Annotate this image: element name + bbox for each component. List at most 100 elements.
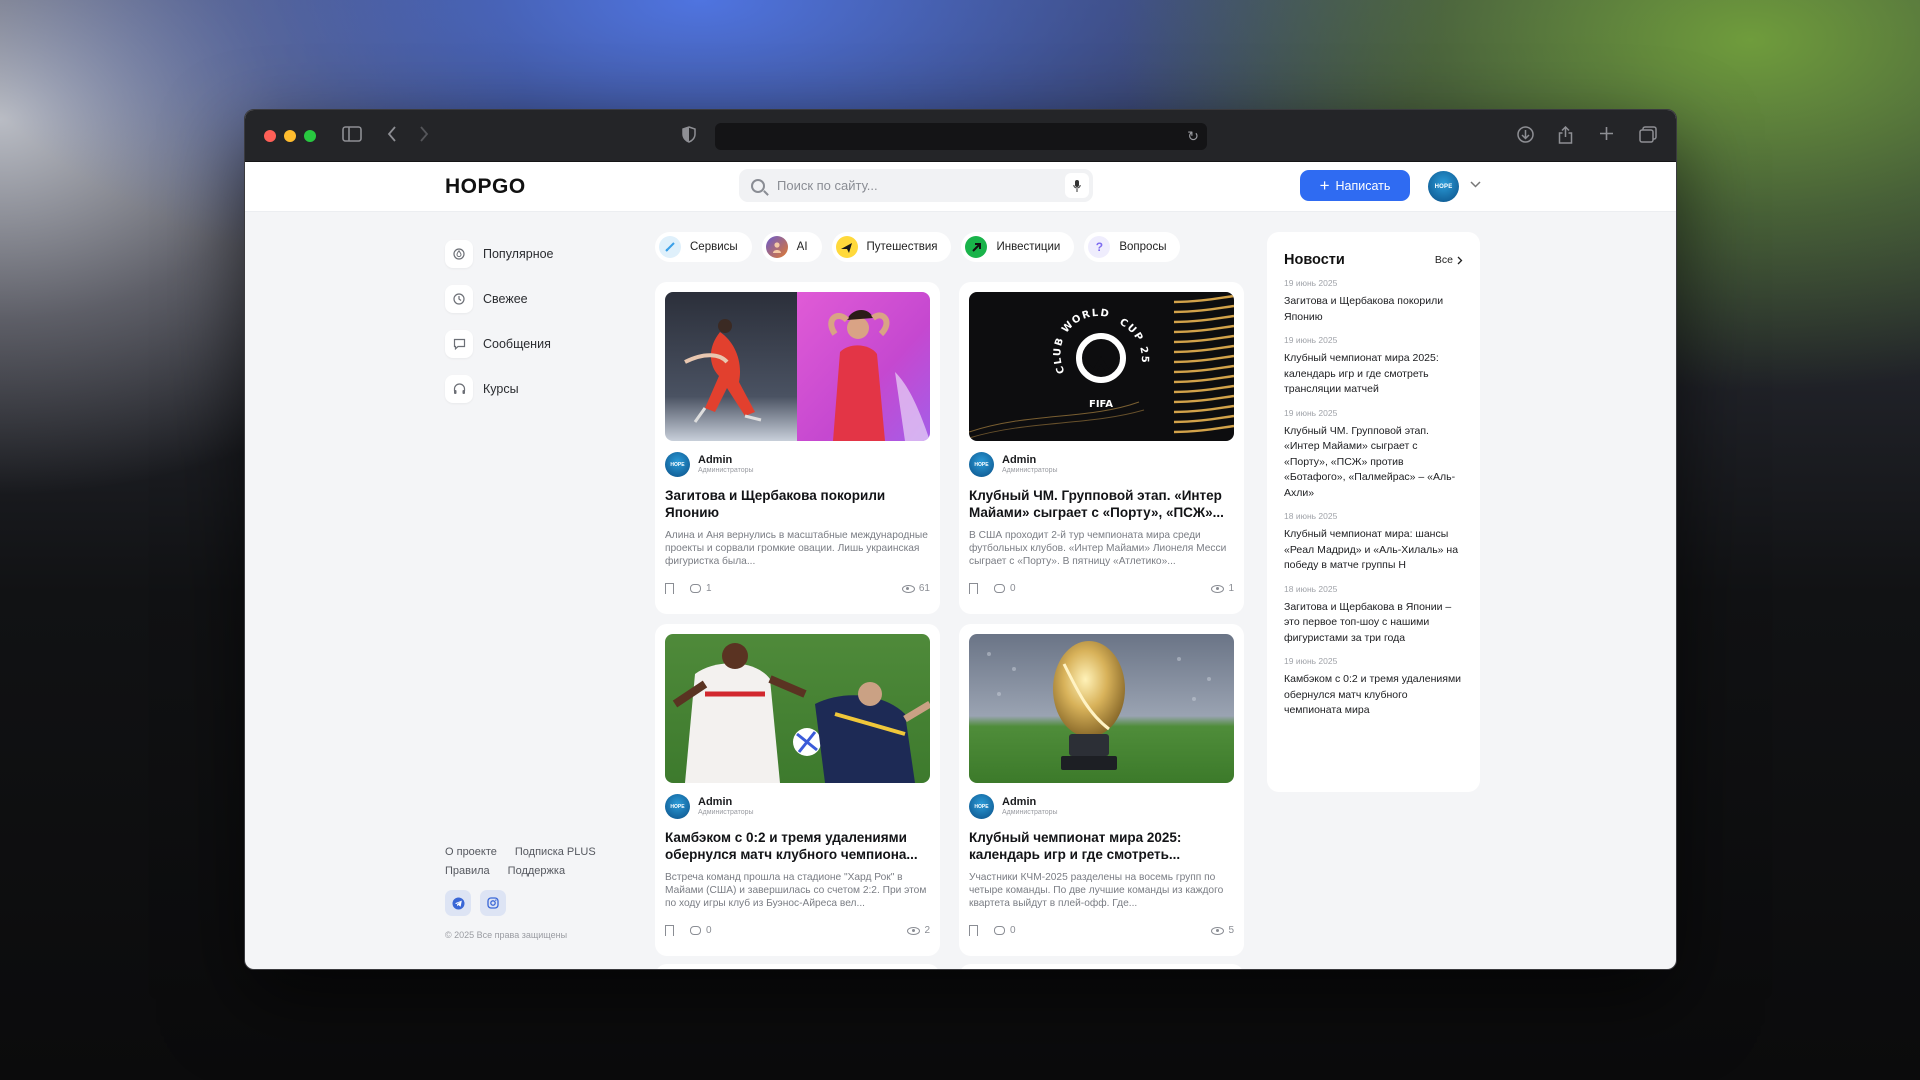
comment-icon: [994, 926, 1005, 935]
comments-count[interactable]: 0: [690, 925, 712, 936]
chip-label: Инвестиции: [996, 241, 1061, 253]
post-card[interactable]: CLUB WORLD CUP 25 FIFA HOPE Admin Админи…: [959, 282, 1244, 614]
bookmark-icon[interactable]: [969, 925, 978, 936]
news-item[interactable]: 19 июнь 2025 Клубный чемпионат мира 2025…: [1284, 335, 1463, 398]
post-author[interactable]: HOPE Admin Администраторы: [665, 452, 930, 477]
chip-ai[interactable]: AI: [761, 232, 822, 262]
telegram-icon[interactable]: [445, 890, 471, 916]
back-icon[interactable]: [387, 126, 397, 147]
search-input[interactable]: [777, 178, 1047, 193]
post-image-skating[interactable]: [665, 292, 930, 441]
fifa-logo-text: FIFA: [1089, 399, 1113, 410]
avatar-text: HOPE: [974, 461, 989, 468]
sidebar-item-courses[interactable]: Курсы: [445, 375, 554, 403]
post-title[interactable]: Клубный ЧМ. Групповой этап. «Интер Майам…: [969, 487, 1234, 521]
traffic-lights: [264, 129, 316, 142]
close-window-button[interactable]: [264, 129, 276, 142]
sidebar-item-fresh[interactable]: Свежее: [445, 285, 554, 313]
post-image-club-world-cup[interactable]: CLUB WORLD CUP 25 FIFA: [969, 292, 1234, 441]
news-date: 19 июнь 2025: [1284, 335, 1338, 345]
post-author[interactable]: HOPE Admin Администраторы: [665, 794, 930, 819]
write-post-button[interactable]: + Написать: [1300, 170, 1410, 201]
services-icon: [659, 236, 681, 258]
post-title[interactable]: Загитова и Щербакова покорили Японию: [665, 487, 930, 521]
bookmark-icon[interactable]: [969, 583, 978, 594]
news-headline[interactable]: Клубный чемпионат мира 2025: календарь и…: [1284, 351, 1463, 398]
news-all-link[interactable]: Все: [1435, 254, 1463, 266]
eye-icon: [1211, 584, 1225, 593]
clock-icon: [445, 285, 473, 313]
news-headline[interactable]: Клубный чемпионат мира: шансы «Реал Мадр…: [1284, 527, 1463, 574]
post-author[interactable]: HOPE Admin Администраторы: [969, 452, 1234, 477]
post-card[interactable]: HOPE Admin Администраторы Клубный чемпио…: [959, 624, 1244, 956]
chip-questions[interactable]: ? Вопросы: [1084, 232, 1181, 262]
post-card[interactable]: HOPE Admin Администраторы Камбэком с 0:2…: [655, 624, 940, 956]
write-post-label: Написать: [1335, 178, 1391, 193]
post-image-football-match[interactable]: [665, 634, 930, 783]
sidebar-item-popular[interactable]: Популярное: [445, 240, 554, 268]
social-links: [445, 890, 506, 916]
post-card[interactable]: HOPE Admin Администраторы Загитова и Щер…: [655, 282, 940, 614]
reload-icon[interactable]: ↻: [1187, 128, 1199, 145]
message-icon: [445, 330, 473, 358]
news-headline[interactable]: Загитова и Щербакова покорили Японию: [1284, 294, 1463, 325]
author-name: Admin: [1002, 454, 1037, 466]
support-link[interactable]: Поддержка: [508, 865, 565, 877]
author-avatar: HOPE: [969, 452, 994, 477]
sidebar-item-label: Популярное: [483, 247, 554, 261]
news-headline[interactable]: Загитова и Щербакова в Японии – это перв…: [1284, 600, 1463, 647]
site-logo[interactable]: HOPGO: [445, 175, 526, 199]
eye-icon: [907, 926, 921, 935]
search-box[interactable]: [739, 169, 1093, 202]
chip-travel[interactable]: Путешествия: [831, 232, 952, 262]
post-card-partial[interactable]: [655, 964, 940, 969]
comment-count-value: 0: [1010, 925, 1016, 936]
post-title[interactable]: Камбэком с 0:2 и тремя удалениями оберну…: [665, 829, 930, 863]
minimize-window-button[interactable]: [284, 129, 296, 142]
author-role: Администраторы: [698, 809, 754, 816]
chip-services[interactable]: Сервисы: [655, 232, 752, 262]
chevron-down-icon[interactable]: [1470, 177, 1481, 191]
news-item[interactable]: 19 июнь 2025 Загитова и Щербакова покори…: [1284, 278, 1463, 325]
search-icon: [751, 178, 765, 193]
news-item[interactable]: 18 июнь 2025 Загитова и Щербакова в Япон…: [1284, 584, 1463, 647]
news-item[interactable]: 19 июнь 2025 Камбэком с 0:2 и тремя удал…: [1284, 656, 1463, 719]
bookmark-icon[interactable]: [665, 925, 674, 936]
post-image-trophy[interactable]: [969, 634, 1234, 783]
author-name: Admin: [1002, 796, 1037, 808]
privacy-shield-icon[interactable]: [682, 126, 696, 148]
post-title[interactable]: Клубный чемпионат мира 2025: календарь и…: [969, 829, 1234, 863]
author-role: Администраторы: [698, 467, 754, 474]
news-headline[interactable]: Клубный ЧМ. Групповой этап. «Интер Майам…: [1284, 424, 1463, 502]
address-bar[interactable]: ↻: [715, 123, 1207, 150]
post-card-partial[interactable]: [959, 964, 1244, 969]
zoom-window-button[interactable]: [304, 129, 316, 142]
subscription-plus-link[interactable]: Подписка PLUS: [515, 846, 596, 858]
microphone-icon[interactable]: [1065, 173, 1089, 198]
post-author[interactable]: HOPE Admin Администраторы: [969, 794, 1234, 819]
category-chips: Сервисы AI Путешествия Инвестиции ? Вопр…: [655, 232, 1181, 262]
view-count-value: 1: [1228, 583, 1234, 594]
post-meta: 0 5: [969, 925, 1234, 936]
instagram-icon[interactable]: [480, 890, 506, 916]
sidebar-toggle-icon[interactable]: [342, 126, 362, 147]
news-headline[interactable]: Камбэком с 0:2 и тремя удалениями оберну…: [1284, 672, 1463, 719]
news-item[interactable]: 18 июнь 2025 Клубный чемпионат мира: шан…: [1284, 511, 1463, 574]
chip-investments[interactable]: Инвестиции: [961, 232, 1075, 262]
about-link[interactable]: О проекте: [445, 846, 497, 858]
bookmark-icon[interactable]: [665, 583, 674, 594]
sidebar-item-messages[interactable]: Сообщения: [445, 330, 554, 358]
site-header: HOPGO + Написать HOPE: [245, 162, 1676, 212]
author-avatar: HOPE: [969, 794, 994, 819]
news-item[interactable]: 19 июнь 2025 Клубный ЧМ. Групповой этап.…: [1284, 408, 1463, 502]
comments-count[interactable]: 0: [994, 583, 1016, 594]
downloads-icon[interactable]: [1517, 126, 1534, 148]
tab-overview-icon[interactable]: [1639, 126, 1657, 148]
new-tab-icon[interactable]: [1599, 126, 1614, 146]
comments-count[interactable]: 0: [994, 925, 1016, 936]
forward-icon[interactable]: [419, 126, 429, 147]
rules-link[interactable]: Правила: [445, 865, 490, 877]
share-icon[interactable]: [1558, 125, 1573, 149]
user-avatar[interactable]: HOPE: [1428, 171, 1459, 202]
comments-count[interactable]: 1: [690, 583, 712, 594]
